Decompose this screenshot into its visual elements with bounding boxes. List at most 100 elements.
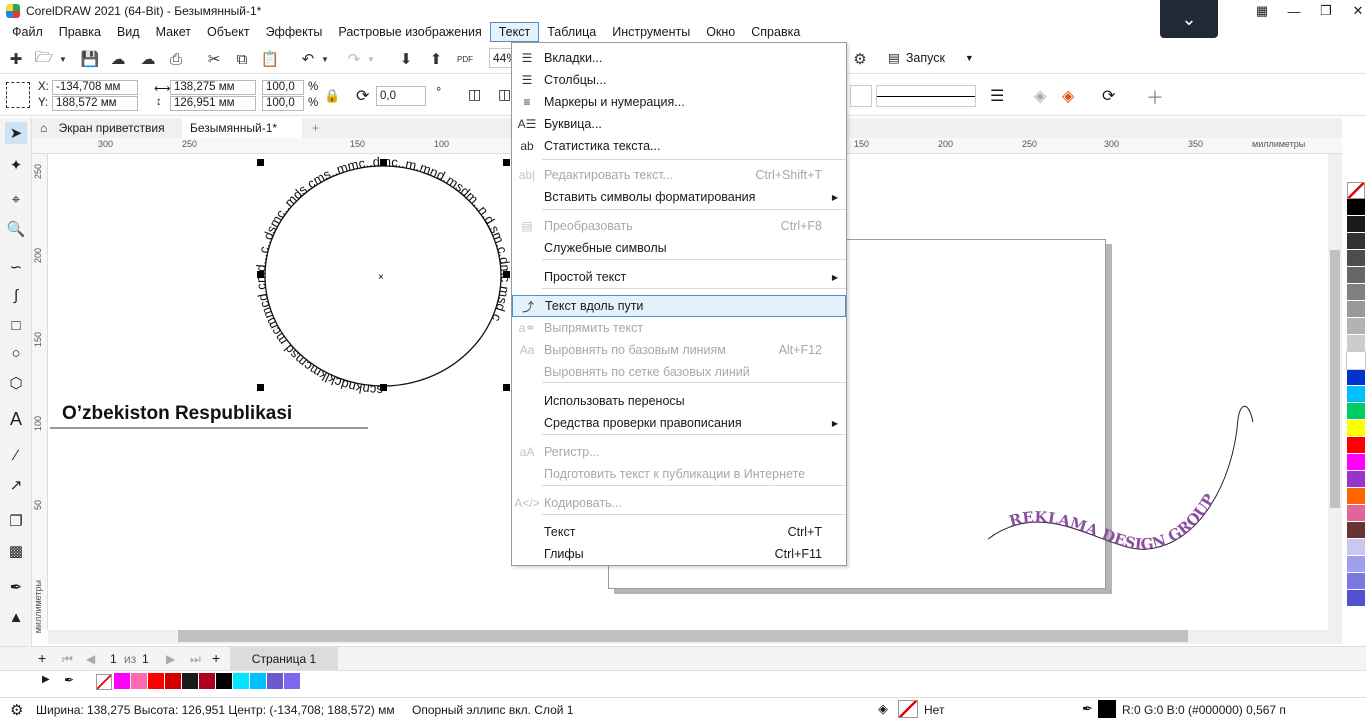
chevron-down-icon[interactable]: ▼ [58,49,68,69]
eyedropper-icon[interactable]: ✒ [5,576,27,598]
document-color-swatch[interactable] [148,673,164,689]
paste-icon[interactable]: 📋 [260,49,280,69]
lock-ratio-icon[interactable]: 🔒 [324,88,340,104]
layers-color-icon[interactable]: ◈ [1062,86,1074,106]
launch-dropdown[interactable]: ▤ Запуск ▼ [888,50,974,66]
minimize-button[interactable]: — [1278,0,1310,22]
color-swatch[interactable] [1347,488,1365,505]
document-color-swatch[interactable] [250,673,266,689]
cloud-upload-icon[interactable]: ☁ [108,49,128,69]
color-swatch[interactable] [1347,250,1365,267]
ellipse-tool-icon[interactable]: ○ [5,342,27,364]
color-swatch[interactable] [1347,318,1365,335]
color-swatch[interactable] [1347,420,1365,437]
transparency-tool-icon[interactable]: ▩ [5,540,27,562]
height-field[interactable]: 126,951 мм [170,96,256,111]
mirror-vertical-icon[interactable]: ◫ [498,86,511,103]
color-swatch[interactable] [1347,505,1365,522]
convert-to-curves-icon[interactable]: ⟳ [1102,86,1115,106]
menu-5[interactable]: Эффекты [258,22,331,42]
color-swatch[interactable] [1347,369,1365,386]
undo-icon[interactable]: ↶ [298,49,318,69]
menu-2[interactable]: Вид [109,22,148,42]
pdf-export-icon[interactable]: PDF [455,49,475,69]
color-swatch[interactable] [1347,267,1365,284]
document-color-swatch[interactable] [216,673,232,689]
text-menu-item[interactable]: ☰ Вкладки... [512,47,846,69]
text-menu-item[interactable]: ☰ Столбцы... [512,69,846,91]
reference-point-icon[interactable] [6,82,30,108]
color-swatch[interactable] [1347,573,1365,590]
options-gear-icon[interactable]: ⚙ [850,49,870,69]
text-menu-item[interactable]: Простой текст ▶ [512,266,846,288]
add-page-after-icon[interactable]: + [212,650,220,666]
horizontal-scroll-thumb[interactable] [178,630,1188,642]
document-color-swatch[interactable] [233,673,249,689]
color-swatch[interactable] [1347,556,1365,573]
fill-dropdown[interactable] [850,85,872,107]
document-color-swatch[interactable] [199,673,215,689]
fill-tool-icon[interactable]: ▲ [5,606,27,628]
new-document-icon[interactable]: ✚ [6,49,26,69]
chevron-down-icon[interactable]: ▼ [320,49,330,69]
no-color-swatch[interactable] [1347,182,1365,199]
parallel-dimension-icon[interactable]: ∕ [5,444,27,466]
menu-6[interactable]: Растровые изображения [330,22,489,42]
menu-11[interactable]: Справка [743,22,808,42]
mirror-horizontal-icon[interactable]: ◫ [468,86,481,103]
fill-none-swatch[interactable] [898,700,918,718]
menu-4[interactable]: Объект [199,22,258,42]
import-icon[interactable]: ⬇ [396,49,416,69]
add-page-before-icon[interactable]: + [38,650,46,666]
cut-icon[interactable]: ✂ [204,49,224,69]
color-swatch[interactable] [1347,437,1365,454]
copy-icon[interactable]: ⧉ [232,49,252,69]
next-page-icon[interactable]: ▶ [166,652,175,666]
color-swatch[interactable] [1346,351,1366,370]
document-color-swatch[interactable] [131,673,147,689]
pick-tool-icon[interactable]: ➤ [5,122,27,144]
chevron-down-icon[interactable]: ▼ [366,49,376,69]
text-menu-item[interactable]: Глифы Ctrl+F11 [512,543,846,565]
color-swatch[interactable] [1347,454,1365,471]
document-color-swatch[interactable] [165,673,181,689]
palette-expand-icon[interactable]: ▶ [42,674,50,685]
settings-gear-icon[interactable]: ⚙ [10,701,23,719]
redo-icon[interactable]: ↷ [344,49,364,69]
scale-x-field[interactable]: 100,0 [262,80,304,95]
polygon-tool-icon[interactable]: ⬡ [5,372,27,394]
page-tab[interactable]: Страница 1 [230,647,338,671]
width-field[interactable]: 138,275 мм [170,80,256,95]
connector-tool-icon[interactable]: ↗ [5,474,27,496]
document-color-swatch[interactable] [114,673,130,689]
last-page-icon[interactable]: ⏭ [190,652,201,667]
color-swatch[interactable] [1347,335,1365,352]
scale-y-field[interactable]: 100,0 [262,96,304,111]
text-tool-icon[interactable]: A [5,408,27,430]
restore-button[interactable]: ❐ [1310,0,1342,22]
save-icon[interactable]: 💾 [80,49,100,69]
text-menu-item[interactable]: ab Статистика текста... [512,135,846,157]
crop-tool-icon[interactable]: ⌖ [5,188,27,210]
color-swatch[interactable] [1347,403,1365,420]
outline-color-swatch[interactable] [1098,700,1116,718]
tab-welcome[interactable]: ⌂ Экран приветствия [32,118,182,138]
outline-style-dropdown[interactable] [876,85,976,107]
color-swatch[interactable] [1347,284,1365,301]
color-swatch[interactable] [1347,522,1365,539]
tab-document[interactable]: Безымянный-1* [182,118,302,138]
current-page[interactable]: 1 [110,652,117,666]
y-position-field[interactable]: 188,572 мм [52,96,138,111]
no-color-swatch[interactable] [96,674,112,690]
rotation-angle-field[interactable]: 0,0 [376,86,426,106]
vertical-ruler[interactable]: 250 200 150 100 50 миллиметры [32,154,48,633]
text-wrap-icon[interactable]: ☰ [990,86,1004,106]
menu-9[interactable]: Инструменты [604,22,698,42]
wave-path[interactable] [987,405,1254,550]
close-button[interactable]: ✕ [1342,0,1366,22]
text-menu-item[interactable]: Вставить символы форматирования ▶ [512,186,846,208]
menu-1[interactable]: Правка [51,22,109,42]
print-icon[interactable]: ⎙ [166,49,186,69]
eyedropper-icon[interactable]: ✒ [64,673,74,687]
menu-0[interactable]: Файл [4,22,51,42]
